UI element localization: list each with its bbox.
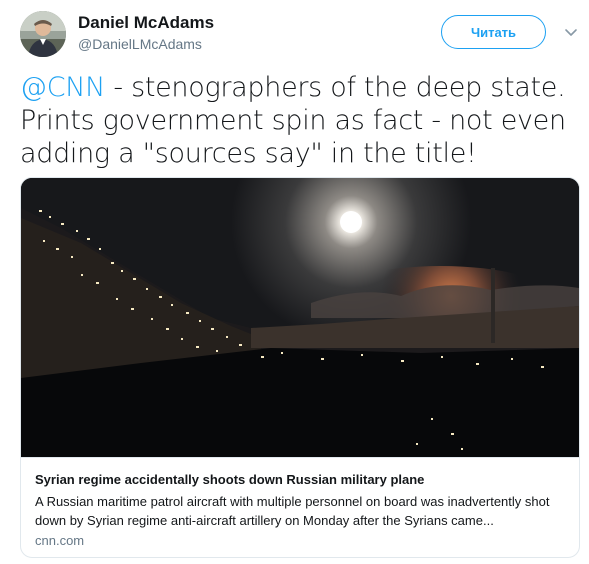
card-image[interactable] [21, 178, 579, 457]
author-name[interactable]: Daniel McAdams [78, 13, 214, 33]
author-handle[interactable]: @DanielLMcAdams [78, 36, 202, 52]
card-domain: cnn.com [35, 533, 85, 548]
tweet: Daniel McAdams @DanielLMcAdams Читать @C… [0, 0, 589, 564]
card-description: A Russian maritime patrol aircraft with … [35, 494, 550, 528]
follow-button[interactable]: Читать [441, 15, 546, 49]
card-title[interactable]: Syrian regime accidentally shoots down R… [35, 472, 424, 487]
mention-link[interactable]: @CNN [20, 72, 105, 103]
card-body[interactable]: Syrian regime accidentally shoots down R… [21, 457, 579, 557]
link-card[interactable]: Syrian regime accidentally shoots down R… [20, 177, 580, 558]
tweet-text: @CNN - stenographers of the deep state. … [20, 71, 580, 170]
author-avatar[interactable] [20, 11, 66, 57]
chevron-down-icon[interactable] [561, 22, 581, 42]
